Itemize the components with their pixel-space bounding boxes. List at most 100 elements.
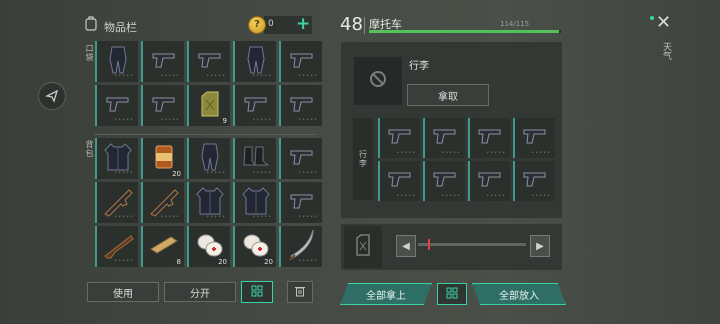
backpack-slot[interactable]: ••••• <box>233 138 276 179</box>
luggage-title: 行李 <box>409 61 429 72</box>
no-entry-icon <box>369 70 387 92</box>
vehicle-level: 48 <box>340 14 363 35</box>
trunk-slot[interactable]: ••••• <box>423 118 465 158</box>
pocket-slot[interactable]: ••••• <box>279 41 322 82</box>
backpack-slot[interactable]: ••••• <box>95 226 138 267</box>
trunk-slot[interactable]: ••••• <box>513 161 555 201</box>
backpack-slot[interactable]: 20 <box>233 226 276 267</box>
durability-dots: ••••• <box>486 150 506 156</box>
jerrycan-icon <box>199 90 221 122</box>
pocket-slot[interactable]: ••••• <box>187 41 230 82</box>
durability-dots: ••••• <box>206 73 226 79</box>
durability-dots: ••••• <box>441 150 461 156</box>
luggage-slot[interactable] <box>354 57 402 105</box>
durability-dots: ••••• <box>114 258 134 264</box>
trunk-slot[interactable]: ••••• <box>378 161 420 201</box>
trunk-slot[interactable]: ••••• <box>423 161 465 201</box>
fuel-slot[interactable] <box>344 226 382 268</box>
item-count: 9 <box>222 117 227 125</box>
durability-dots: ••••• <box>298 258 318 264</box>
pockets-label: 口袋 <box>85 44 94 62</box>
pistol-icon <box>387 126 413 150</box>
backpack-slot[interactable]: ••••• <box>95 182 138 223</box>
trunk-grid: ••••• ••••• ••••• ••••• ••••• ••••• ••••• ••••• <box>378 118 555 201</box>
backpack-slot[interactable]: 20 <box>141 138 184 179</box>
durability-dots: ••••• <box>252 73 272 79</box>
trunk-slot[interactable]: ••••• <box>468 118 510 158</box>
use-button[interactable]: 使用 <box>87 282 159 302</box>
add-coins-button[interactable]: + <box>296 15 310 33</box>
durability-dots: ••••• <box>531 150 551 156</box>
trunk-slot[interactable]: ••••• <box>378 118 420 158</box>
pistol-icon <box>477 169 503 193</box>
backpack-slot[interactable]: ••••• <box>279 182 322 223</box>
pocket-slot[interactable]: ••••• <box>233 85 276 126</box>
backpack-grid: ••••• 20 ••••• ••••• ••••• ••••• ••••• ••••• •••… <box>95 138 322 267</box>
pocket-slot[interactable]: ••••• <box>141 41 184 82</box>
slider-decrease-button[interactable]: ◀ <box>396 235 416 257</box>
durability-dots: ••••• <box>298 117 318 123</box>
backpack-slot[interactable]: ••••• <box>95 138 138 179</box>
backpack-slot[interactable]: 8 <box>141 226 184 267</box>
pistol-icon <box>151 94 177 118</box>
backpack-label: 背包 <box>85 140 94 158</box>
item-count: 20 <box>218 258 227 266</box>
take-all-button[interactable]: 全部拿上 <box>340 283 432 305</box>
notification-dot <box>650 16 654 20</box>
share-icon[interactable] <box>38 82 66 110</box>
pistol-icon <box>477 126 503 150</box>
backpack-slot[interactable]: ••••• <box>279 226 322 267</box>
backpack-slot[interactable]: ••••• <box>141 182 184 223</box>
backpack-slot[interactable]: ••••• <box>187 138 230 179</box>
plank-icon <box>149 233 179 261</box>
pistol-icon <box>522 126 548 150</box>
take-button[interactable]: 拿取 <box>407 84 489 106</box>
durability-dots: ••••• <box>486 193 506 199</box>
pocket-slot[interactable]: ••••• <box>233 41 276 82</box>
backpack-slot[interactable]: 20 <box>187 226 230 267</box>
durability-dots: ••••• <box>160 117 180 123</box>
amount-slider[interactable] <box>418 243 526 246</box>
trunk-slot[interactable]: ••••• <box>513 118 555 158</box>
header-divider <box>364 17 365 34</box>
durability-dots: ••••• <box>160 214 180 220</box>
trash-button[interactable] <box>287 281 313 303</box>
durability-dots: ••••• <box>396 193 416 199</box>
split-button[interactable]: 分开 <box>164 282 236 302</box>
vehicle-sort-button[interactable] <box>437 283 467 305</box>
pocket-slot[interactable]: ••••• <box>141 85 184 126</box>
jerrycan-icon <box>354 233 372 261</box>
pocket-slot[interactable]: ••••• <box>279 85 322 126</box>
durability-dots: ••••• <box>441 193 461 199</box>
backpack-slot[interactable]: ••••• <box>233 182 276 223</box>
sort-grid-button[interactable] <box>241 281 273 303</box>
pocket-slot[interactable]: ••••• <box>95 85 138 126</box>
trunk-label-box: 行李 <box>353 118 373 200</box>
vehicle-capacity: 114/115 <box>500 20 530 28</box>
pistol-icon <box>432 126 458 150</box>
durability-dots: ••••• <box>114 214 134 220</box>
backpack-slot[interactable]: ••••• <box>279 138 322 179</box>
pocket-slot[interactable]: 9 <box>187 85 230 126</box>
divider <box>94 134 316 135</box>
close-button[interactable]: ✕ <box>656 12 671 33</box>
trunk-slot[interactable]: ••••• <box>468 161 510 201</box>
boots-icon <box>242 145 270 173</box>
put-all-button[interactable]: 全部放入 <box>472 283 566 305</box>
durability-dots: ••••• <box>206 170 226 176</box>
backpack-icon <box>84 15 98 31</box>
pistol-icon <box>387 169 413 193</box>
pocket-slot[interactable]: ••••• <box>95 41 138 82</box>
durability-dots: ••••• <box>114 117 134 123</box>
pistol-icon <box>243 94 269 118</box>
slider-increase-button[interactable]: ▶ <box>530 235 550 257</box>
slider-knob[interactable] <box>428 239 430 250</box>
backpack-slot[interactable]: ••••• <box>187 182 230 223</box>
durability-dots: ••••• <box>252 117 272 123</box>
durability-dots: ••••• <box>252 170 272 176</box>
coin-count: 0 <box>268 19 274 29</box>
bandage-icon <box>241 232 271 262</box>
durability-dots: ••••• <box>160 73 180 79</box>
pistol-icon <box>289 94 315 118</box>
item-count: 20 <box>172 170 181 178</box>
